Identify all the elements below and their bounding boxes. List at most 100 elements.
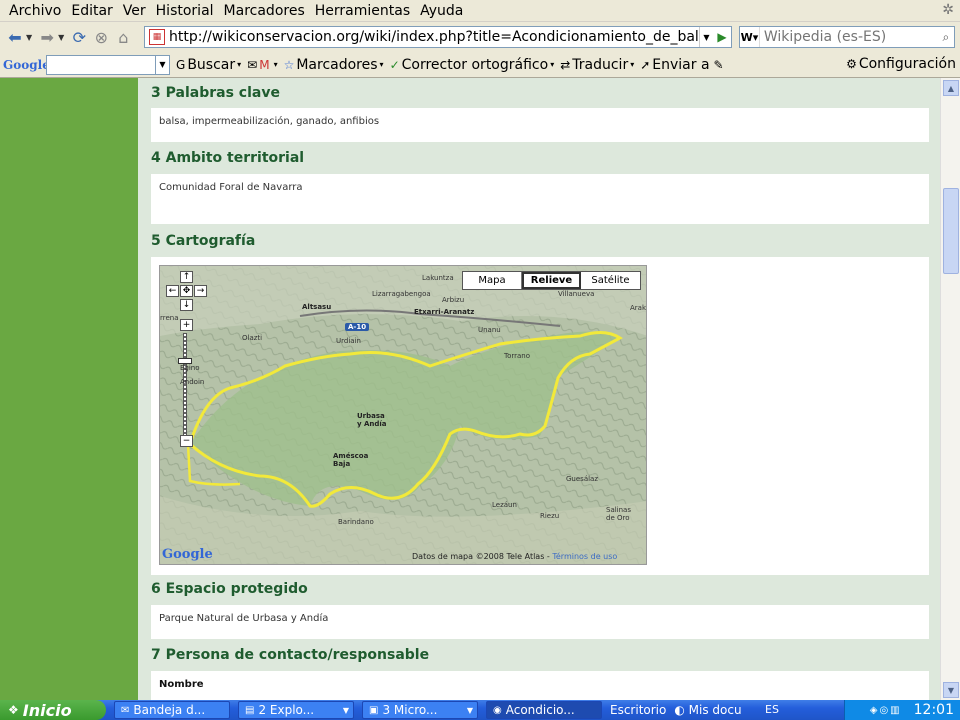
stop-icon[interactable]: ⊗: [90, 26, 112, 48]
menu-archivo[interactable]: Archivo: [4, 3, 66, 19]
powerpoint-icon: ▣: [369, 704, 379, 716]
clock[interactable]: 12:01: [914, 702, 954, 718]
taskbar-button-bandeja[interactable]: ✉ Bandeja d...: [114, 701, 230, 719]
taskbar-label-microsoft: 3 Micro...: [382, 703, 438, 717]
menu-ayuda[interactable]: Ayuda: [415, 3, 468, 19]
forward-dropdown-icon[interactable]: ▼: [58, 33, 64, 42]
map-label-salinas: Salinas de Oro: [606, 506, 631, 522]
traducir-button[interactable]: ⇄ Traducir ▾: [560, 57, 634, 73]
taskbar-label-firefox: Acondicio...: [505, 703, 575, 717]
corrector-button[interactable]: ✓ Corrector ortográfico ▾: [390, 57, 555, 73]
map-view[interactable]: Mapa Relieve Satélite ↑ ← ✥ → ↓ + − A-10…: [159, 265, 647, 565]
google-g-icon: G: [176, 57, 186, 72]
configuracion-label: Configuración: [858, 56, 956, 72]
back-icon[interactable]: ⬅: [4, 26, 26, 48]
gear-icon[interactable]: ✲: [942, 2, 954, 18]
gmail-dropdown-icon[interactable]: ▾: [274, 60, 278, 69]
pan-up-icon[interactable]: ↑: [180, 271, 193, 283]
taskbar-group-arrow-icon: ▼: [466, 705, 473, 715]
taskbar-button-firefox[interactable]: ◉ Acondicio...: [486, 701, 602, 719]
map-terms-link[interactable]: Términos de uso: [552, 552, 617, 561]
map-google-logo[interactable]: Google: [162, 547, 213, 562]
url-bar[interactable]: ▦ http://wikiconservacion.org/wiki/index…: [144, 26, 732, 48]
pencil-icon[interactable]: ✎: [714, 58, 724, 72]
quick-launch-mis-documentos[interactable]: ◐ Mis docu: [674, 703, 741, 717]
menu-herramientas[interactable]: Herramientas: [310, 3, 415, 19]
pan-right-icon[interactable]: →: [194, 285, 207, 297]
map-label-villanueva: Villanueva: [558, 290, 595, 298]
gmail-icon[interactable]: M: [259, 58, 269, 72]
left-sidebar: [0, 78, 138, 700]
url-dropdown-icon[interactable]: ▼: [699, 27, 713, 47]
taskbar-button-microsoft[interactable]: ▣ 3 Micro... ▼: [362, 701, 478, 719]
traducir-dropdown-icon[interactable]: ▾: [630, 60, 634, 69]
taskbar-group-arrow-icon: ▼: [342, 705, 349, 715]
vertical-scrollbar[interactable]: ▲ ▼: [940, 78, 960, 700]
start-label: Inicio: [22, 700, 72, 720]
pan-down-icon[interactable]: ↓: [180, 299, 193, 311]
search-input[interactable]: [759, 29, 938, 45]
folder-icon: ▤: [245, 704, 255, 716]
scroll-down-icon[interactable]: ▼: [943, 682, 959, 698]
tray-icons[interactable]: ◈◎▥: [870, 705, 902, 716]
scroll-thumb[interactable]: [943, 188, 959, 274]
google-search-dropdown-icon[interactable]: ▼: [156, 54, 170, 75]
reload-icon[interactable]: ⟳: [68, 26, 90, 48]
menu-historial[interactable]: Historial: [151, 3, 219, 19]
section-heading-palabras-clave: 3 Palabras clave: [151, 85, 280, 101]
language-indicator[interactable]: ES: [765, 703, 779, 716]
back-dropdown-icon[interactable]: ▼: [26, 33, 32, 42]
google-toolbar-logo: Google: [3, 57, 50, 72]
search-bar[interactable]: W▾ ⌕: [739, 26, 955, 48]
search-icon[interactable]: ⌕: [938, 27, 954, 47]
section-box-espacio-protegido: Parque Natural de Urbasa y Andía: [151, 605, 929, 639]
corrector-dropdown-icon[interactable]: ▾: [550, 60, 554, 69]
palabras-clave-value: balsa, impermeabilización, ganado, anfib…: [159, 116, 380, 127]
map-label-riezu: Riezu: [540, 512, 560, 520]
forward-icon[interactable]: ➡: [36, 26, 58, 48]
buscar-dropdown-icon[interactable]: ▾: [237, 60, 241, 69]
buscar-button[interactable]: G Buscar ▾: [176, 57, 241, 73]
menu-ver[interactable]: Ver: [118, 3, 151, 19]
wikipedia-engine-icon[interactable]: W▾: [740, 27, 760, 47]
settings-wrench-icon: ⚙: [846, 57, 857, 71]
marcadores-button[interactable]: ☆ Marcadores ▾: [284, 57, 384, 73]
pan-left-icon[interactable]: ←: [166, 285, 179, 297]
taskbar-button-explorer[interactable]: ▤ 2 Explo... ▼: [238, 701, 354, 719]
zoom-slider-rail[interactable]: [183, 333, 187, 443]
home-icon[interactable]: ⌂: [112, 26, 134, 48]
map-credit: Datos de mapa ©2008 Tele Atlas - Término…: [412, 552, 617, 561]
map-type-mapa[interactable]: Mapa: [463, 272, 522, 289]
map-label-etxarri: Etxarri-Aranatz: [414, 308, 475, 316]
scroll-up-icon[interactable]: ▲: [943, 80, 959, 96]
configuracion-button[interactable]: ⚙ Configuración: [846, 56, 956, 72]
map-label-amescoa: Améscoa Baja: [333, 452, 369, 468]
site-favicon-icon: ▦: [149, 29, 165, 45]
buscar-label: Buscar: [187, 56, 236, 73]
enviar-button[interactable]: ➚ Enviar a ✎: [640, 57, 725, 73]
menu-editar[interactable]: Editar: [66, 3, 117, 19]
start-button[interactable]: ❖ Inicio: [0, 700, 106, 720]
map-label-egino: Egino: [180, 364, 200, 372]
zoom-in-icon[interactable]: +: [180, 319, 193, 331]
map-label-andoin: Andoin: [180, 378, 205, 386]
zoom-out-icon[interactable]: −: [180, 435, 193, 447]
menu-marcadores[interactable]: Marcadores: [219, 3, 310, 19]
section-heading-cartografia: 5 Cartografía: [151, 233, 256, 249]
url-input[interactable]: http://wikiconservacion.org/wiki/index.p…: [169, 29, 699, 45]
google-search-input[interactable]: [46, 54, 156, 75]
firefox-icon: ◉: [493, 704, 502, 716]
outlook-icon: ✉: [121, 704, 130, 716]
corrector-label: Corrector ortográfico: [401, 56, 549, 73]
toolbar-extra-icons[interactable]: ✉ M ▾: [247, 58, 277, 72]
quick-launch-escritorio[interactable]: Escritorio: [610, 703, 666, 717]
marcadores-dropdown-icon[interactable]: ▾: [380, 60, 384, 69]
pan-center-icon[interactable]: ✥: [180, 285, 193, 297]
go-arrow-icon[interactable]: ▶: [713, 27, 731, 47]
marcadores-label: Marcadores: [296, 56, 378, 73]
map-type-satelite[interactable]: Satélite: [581, 272, 640, 289]
map-type-relieve[interactable]: Relieve: [522, 272, 581, 289]
map-label-barindano: Barindano: [338, 518, 374, 526]
popup-blocker-icon[interactable]: ✉: [247, 58, 257, 72]
map-label-lakuntza: Lakuntza: [422, 274, 454, 282]
